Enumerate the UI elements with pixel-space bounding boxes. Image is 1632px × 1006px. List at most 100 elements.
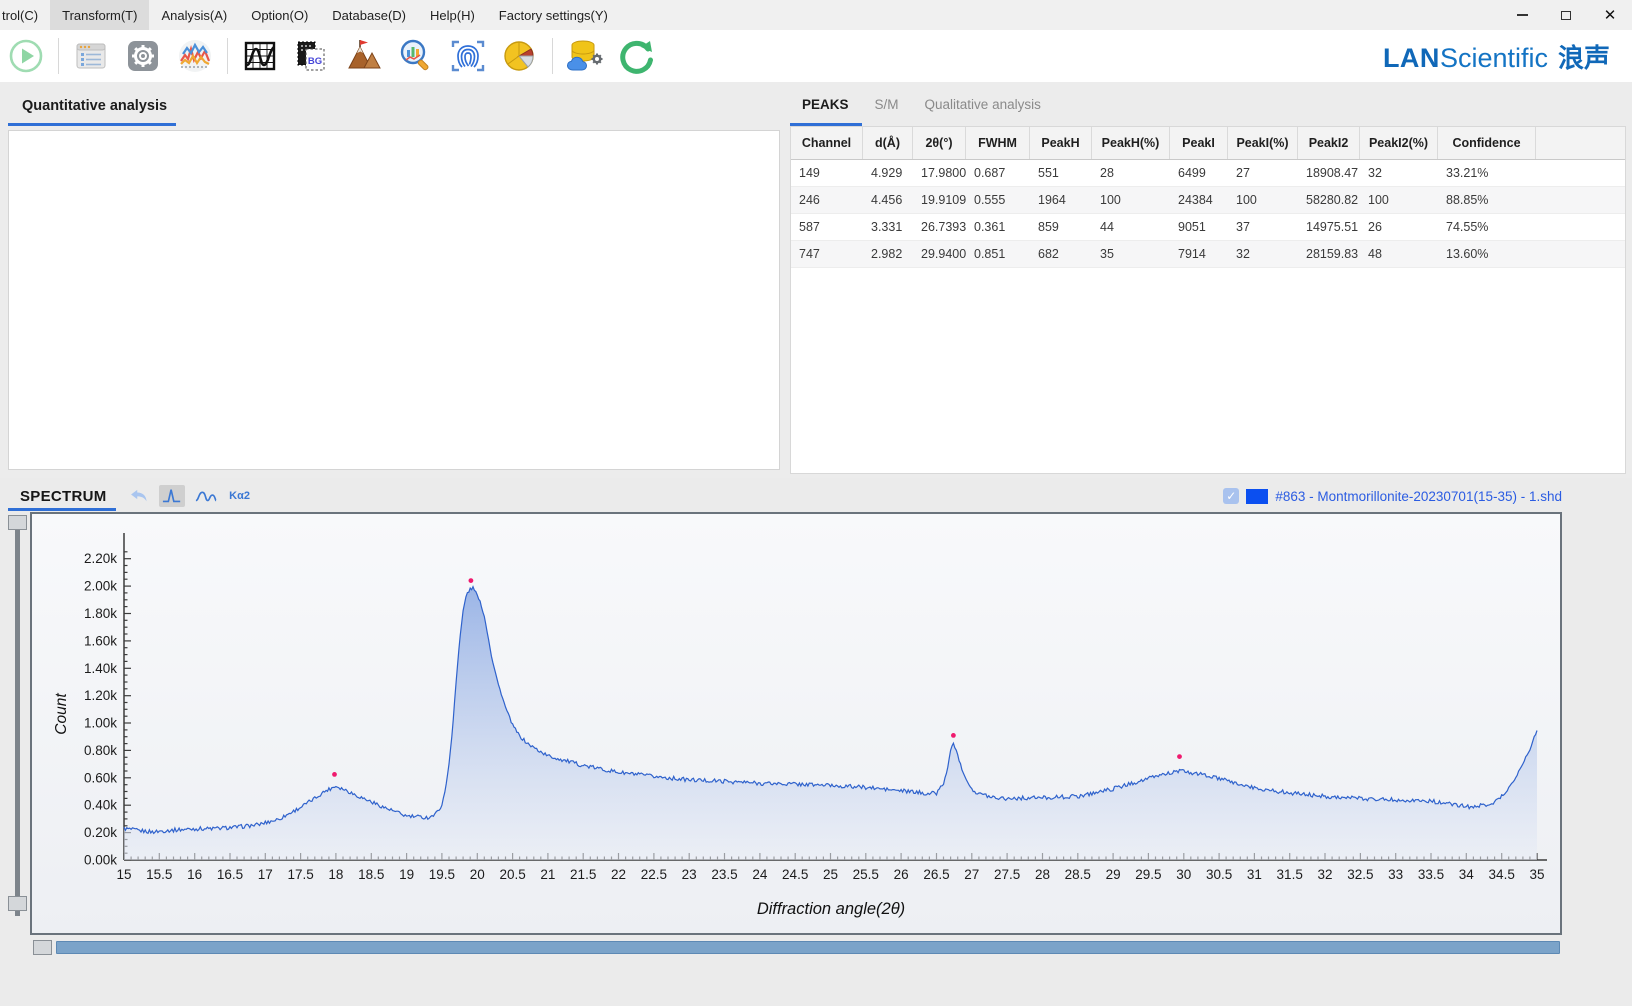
table-cell: 17.9800	[913, 160, 966, 186]
tab-qualitative-analysis[interactable]: Qualitative analysis	[913, 93, 1055, 120]
x-zoom-slider-handle[interactable]	[33, 940, 52, 955]
grid-curve-button[interactable]	[238, 34, 282, 78]
bg-subtract-icon: BG	[292, 37, 332, 75]
svg-text:33.5: 33.5	[1418, 867, 1444, 882]
table-cell: 682	[1030, 241, 1092, 267]
svg-text:26.5: 26.5	[923, 867, 949, 882]
column-header: 2θ(°)	[913, 127, 966, 159]
fingerprint-icon	[448, 37, 488, 75]
svg-text:15.5: 15.5	[146, 867, 172, 882]
table-row[interactable]: 7472.98229.94000.8516823579143228159.834…	[791, 241, 1625, 268]
pie-chart-button[interactable]	[498, 34, 542, 78]
table-row[interactable]: 5873.33126.73930.3618594490513714975.512…	[791, 214, 1625, 241]
report-button[interactable]	[69, 34, 113, 78]
svg-text:27.5: 27.5	[994, 867, 1020, 882]
column-header: PeakI2	[1298, 127, 1360, 159]
table-cell: 100	[1360, 187, 1438, 213]
settings-button[interactable]	[121, 34, 165, 78]
play-button[interactable]	[4, 34, 48, 78]
wave-chart-button[interactable]	[173, 34, 217, 78]
table-cell: 26.7393	[913, 214, 966, 240]
double-peak-tool[interactable]	[193, 485, 219, 507]
svg-text:27: 27	[964, 867, 979, 882]
table-cell: 28159.83	[1298, 241, 1360, 267]
logo-lan: LAN	[1383, 43, 1440, 74]
close-button[interactable]: ✕	[1588, 0, 1632, 30]
svg-text:35: 35	[1529, 867, 1544, 882]
menu-item-factorysettingsy[interactable]: Factory settings(Y)	[487, 0, 620, 30]
database-sync-button[interactable]	[563, 34, 607, 78]
table-row[interactable]: 2464.45619.91090.55519641002438410058280…	[791, 187, 1625, 214]
peaks-table: Channeld(Å)2θ(°)FWHMPeakHPeakH(%)PeakIPe…	[790, 126, 1626, 474]
svg-text:0.20k: 0.20k	[84, 825, 117, 840]
refresh-button[interactable]	[615, 34, 659, 78]
svg-text:28: 28	[1035, 867, 1050, 882]
table-cell: 246	[791, 187, 863, 213]
table-cell: 0.851	[966, 241, 1030, 267]
table-row[interactable]: 1494.92917.98000.6875512864992718908.473…	[791, 160, 1625, 187]
maximize-button[interactable]	[1544, 0, 1588, 30]
toolbar-separator	[58, 38, 59, 74]
play-icon	[7, 37, 45, 75]
menu-item-optiono[interactable]: Option(O)	[239, 0, 320, 30]
menu-item-transformt[interactable]: Transform(T)	[50, 0, 149, 30]
minimize-button[interactable]	[1500, 0, 1544, 30]
table-cell: 74.55%	[1438, 214, 1536, 240]
svg-text:0.00k: 0.00k	[84, 853, 117, 868]
x-range-scrollbar[interactable]	[56, 941, 1560, 954]
svg-text:18.5: 18.5	[358, 867, 384, 882]
y-zoom-slider-top-handle[interactable]	[8, 515, 27, 530]
fingerprint-search-button[interactable]	[446, 34, 490, 78]
peaks-tabs: PEAKSS/MQualitative analysis	[790, 90, 1626, 120]
table-cell: 88.85%	[1438, 187, 1536, 213]
svg-text:31: 31	[1247, 867, 1262, 882]
single-peak-tool[interactable]	[159, 485, 185, 507]
column-header: PeakH(%)	[1092, 127, 1170, 159]
column-header: PeakI(%)	[1228, 127, 1298, 159]
table-cell	[1536, 187, 1625, 213]
svg-text:16: 16	[187, 867, 202, 882]
maximize-icon	[1561, 11, 1571, 20]
table-cell: 149	[791, 160, 863, 186]
svg-text:23: 23	[682, 867, 697, 882]
spectrum-tools: Kα2	[125, 485, 253, 507]
toolbar-separator	[227, 38, 228, 74]
tab-s-m[interactable]: S/M	[863, 93, 913, 120]
legend-file-label: #863 - Montmorillonite-20230701(15-35) -…	[1275, 489, 1562, 504]
y-zoom-slider-bottom-handle[interactable]	[8, 896, 27, 911]
table-cell: 0.687	[966, 160, 1030, 186]
undo-button[interactable]	[125, 485, 151, 507]
peak-search-button[interactable]	[342, 34, 386, 78]
svg-text:2.00k: 2.00k	[84, 579, 117, 594]
column-header: PeakH	[1030, 127, 1092, 159]
quantitative-panel-title: Quantitative analysis	[8, 90, 780, 123]
toolbar-separator	[552, 38, 553, 74]
svg-text:1.40k: 1.40k	[84, 661, 117, 676]
ka2-toggle[interactable]: Kα2	[227, 485, 253, 507]
column-header: PeakI2(%)	[1360, 127, 1438, 159]
wave-chart-icon	[175, 37, 215, 75]
column-header: d(Å)	[863, 127, 913, 159]
spectrum-section: SPECTRUM Kα2 ✓	[0, 478, 1632, 1006]
svg-text:17.5: 17.5	[287, 867, 313, 882]
table-cell: 44	[1092, 214, 1170, 240]
svg-text:1.80k: 1.80k	[84, 606, 117, 621]
peaks-panel: PEAKSS/MQualitative analysis Channeld(Å)…	[790, 90, 1626, 474]
table-cell: 4.456	[863, 187, 913, 213]
menu-item-analysisa[interactable]: Analysis(A)	[149, 0, 239, 30]
background-subtract-button[interactable]: BG	[290, 34, 334, 78]
svg-text:Count: Count	[53, 693, 70, 735]
logo-cn: 浪声	[1558, 38, 1610, 75]
svg-text:20.5: 20.5	[499, 867, 525, 882]
refresh-icon	[617, 37, 657, 75]
svg-text:19: 19	[399, 867, 414, 882]
menu-item-helph[interactable]: Help(H)	[418, 0, 487, 30]
menu-item-trolc[interactable]: trol(C)	[0, 0, 50, 30]
svg-text:34: 34	[1459, 867, 1475, 882]
legend-checkbox[interactable]: ✓	[1223, 488, 1239, 504]
search-analysis-button[interactable]	[394, 34, 438, 78]
menu-item-databased[interactable]: Database(D)	[320, 0, 418, 30]
spectrum-title-underline	[8, 508, 116, 511]
table-cell: 24384	[1170, 187, 1228, 213]
tab-peaks[interactable]: PEAKS	[790, 93, 863, 120]
